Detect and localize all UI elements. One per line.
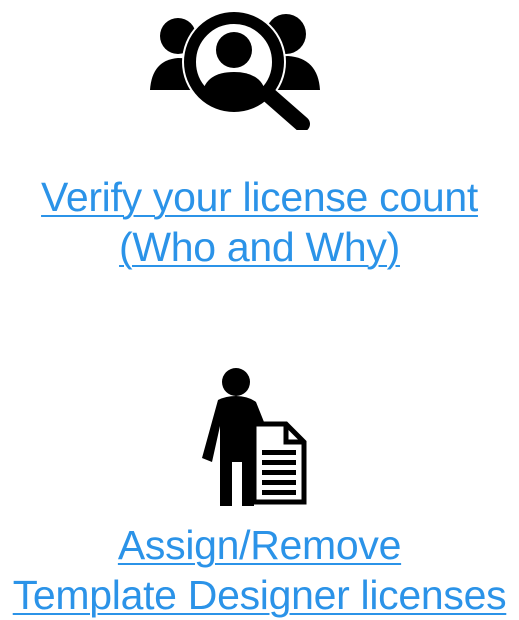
assign-license-tile: Assign/Remove Template Designer licenses: [0, 360, 519, 618]
assign-remove-licenses-link[interactable]: Assign/Remove Template Designer licenses: [0, 520, 519, 620]
verify-link-line-2[interactable]: (Who and Why): [0, 222, 519, 272]
verify-link-line-1[interactable]: Verify your license count: [0, 172, 519, 222]
user-search-icon: [150, 10, 320, 130]
assign-link-line-2[interactable]: Template Designer licenses: [0, 570, 519, 620]
person-document-icon: [202, 368, 307, 506]
assign-link-line-1[interactable]: Assign/Remove: [0, 520, 519, 570]
verify-license-count-link[interactable]: Verify your license count (Who and Why): [0, 172, 519, 272]
verify-license-tile: Verify your license count (Who and Why): [0, 0, 519, 290]
